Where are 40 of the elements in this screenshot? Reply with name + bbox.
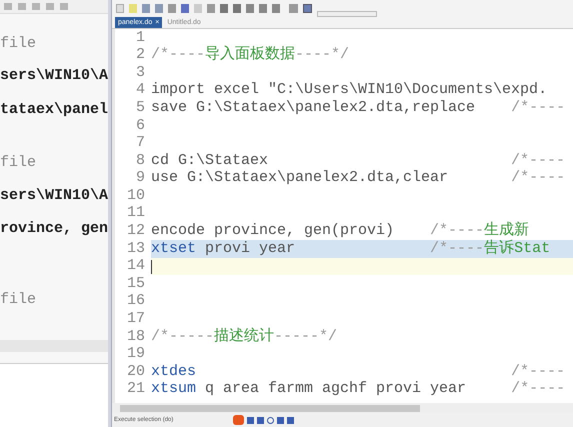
code-line: encode province, gen(provi) /*----生成新 — [151, 222, 530, 240]
line-number: 17 — [126, 309, 146, 330]
code-line: cd G:\Stataex /*---- — [151, 152, 566, 170]
horizontal-scrollbar[interactable] — [112, 403, 573, 413]
execute-icon[interactable] — [303, 4, 312, 12]
code-line: xtsum q area farmm agchf provi year /*---- — [151, 380, 566, 398]
output-line: file — [0, 36, 36, 52]
line-number: 14 — [126, 256, 146, 276]
output-line: file — [0, 292, 36, 308]
line-number: 20 — [126, 362, 146, 382]
output-line: file — [0, 155, 36, 171]
code-line: /*-----描述统计-----*/ — [151, 328, 338, 346]
line-number: 7 — [134, 133, 146, 154]
line-number: 3 — [134, 62, 146, 83]
line-number: 5 — [134, 98, 146, 118]
line-number: 18 — [126, 326, 146, 347]
output-line: sers\WIN10\A — [0, 188, 108, 204]
code-line: save G:\Stataex\panelex2.dta,replace /*---- — [151, 99, 566, 117]
code-line: /*----导入面板数据----*/ — [151, 46, 350, 64]
code-line: xtdes /*---- — [151, 363, 566, 381]
output-line: tataex\panel — [0, 102, 108, 118]
line-number: 1 — [134, 29, 146, 48]
line-number: 19 — [126, 344, 146, 364]
code-line: import excel "C:\Users\WIN10\Documents\expd. — [151, 82, 548, 100]
line-number: 9 — [134, 168, 146, 188]
output-line: rovince, gen — [0, 221, 108, 237]
line-number: 11 — [126, 203, 146, 224]
line-number: 6 — [134, 116, 146, 136]
ime-logo-icon[interactable] — [233, 415, 244, 425]
line-number: 16 — [126, 291, 146, 312]
line-number: 15 — [126, 274, 146, 294]
line-number: 21 — [126, 379, 146, 400]
line-number: 8 — [134, 150, 146, 171]
output-line: sers\WIN10\A — [0, 68, 108, 84]
code-line: use G:\Stataex\panelex2.dta,clear /*---- — [151, 170, 566, 188]
line-number: 13 — [126, 238, 146, 259]
line-number: 2 — [134, 45, 146, 66]
line-number: 10 — [126, 186, 146, 206]
line-number: 4 — [134, 80, 146, 100]
line-number: 12 — [126, 221, 146, 242]
